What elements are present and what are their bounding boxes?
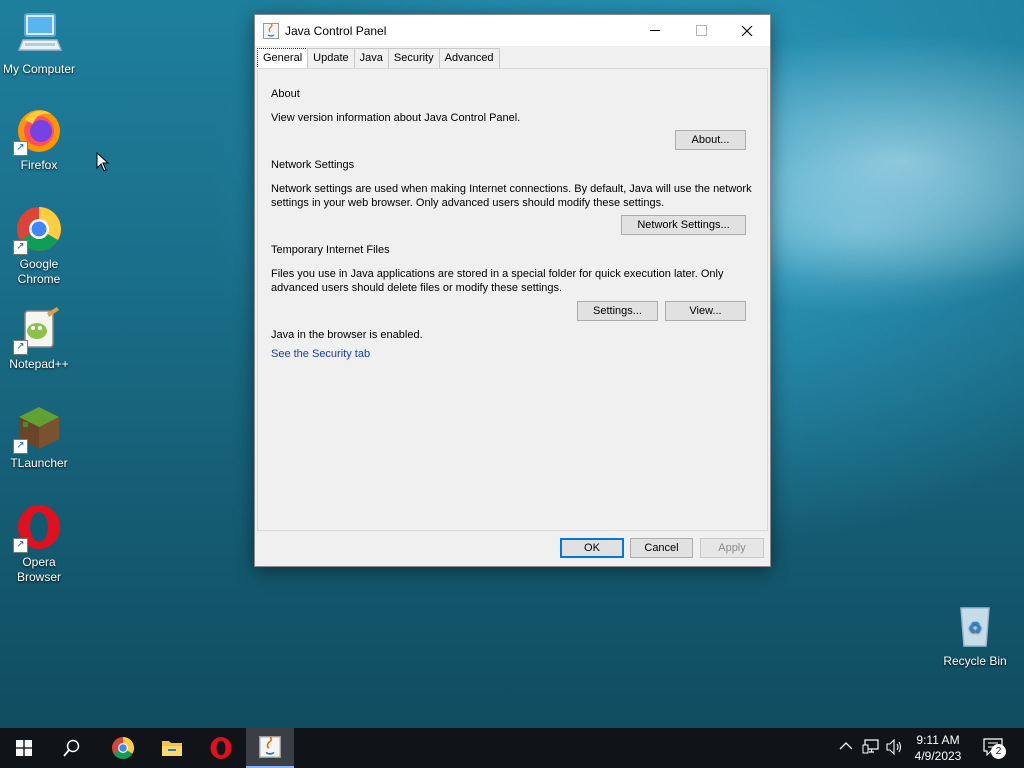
java-icon xyxy=(259,736,281,758)
java-control-panel-window[interactable]: Java Control Panel General Update Java S… xyxy=(254,14,771,567)
opera-icon: ↗ xyxy=(13,503,63,553)
security-tab-link[interactable]: See the Security tab xyxy=(271,347,370,361)
tab-update[interactable]: Update xyxy=(307,48,355,68)
tab-general[interactable]: General xyxy=(257,48,309,69)
title-bar[interactable]: Java Control Panel xyxy=(255,15,770,46)
computer-icon xyxy=(15,10,63,58)
notification-center-button[interactable]: 2 xyxy=(983,738,1006,759)
start-button[interactable] xyxy=(0,728,48,768)
desktop-icon-label: Notepad++ xyxy=(9,357,69,371)
desktop-icon-label: Opera Browser xyxy=(16,555,61,584)
ok-button[interactable]: OK xyxy=(560,538,624,558)
temporary-files-description-line-1: Files you use in Java applications are s… xyxy=(271,268,724,280)
recycle-bin-icon: ♻ xyxy=(951,602,999,650)
close-icon xyxy=(741,25,753,36)
desktop-icon-label: Google Chrome xyxy=(17,257,61,286)
volume-control[interactable] xyxy=(886,738,904,758)
about-heading: About xyxy=(271,88,300,100)
speaker-icon xyxy=(886,738,902,756)
network-settings-heading: Network Settings xyxy=(271,159,355,171)
network-settings-button[interactable]: Network Settings... xyxy=(621,215,746,235)
chrome-icon xyxy=(112,737,134,759)
tab-security[interactable]: Security xyxy=(387,48,440,68)
desktop-icon-label: My Computer xyxy=(2,62,76,76)
about-button[interactable]: About... xyxy=(675,130,746,150)
shortcut-arrow-icon: ↗ xyxy=(13,240,28,255)
maximize-icon xyxy=(695,25,707,36)
desktop-icon-firefox[interactable]: ↗ Firefox xyxy=(0,106,79,173)
mouse-cursor-icon xyxy=(96,151,110,177)
network-settings-description-line-2: settings in your web browser. Only advan… xyxy=(271,197,665,209)
start-icon xyxy=(16,740,32,756)
file-explorer-icon xyxy=(162,741,182,756)
search-icon xyxy=(63,739,80,757)
minimize-button[interactable] xyxy=(632,15,678,46)
chevron-up-icon xyxy=(839,742,853,750)
network-status[interactable] xyxy=(862,739,880,758)
shortcut-arrow-icon: ↗ xyxy=(13,538,28,553)
taskbar-opera[interactable] xyxy=(197,728,245,768)
tab-advanced[interactable]: Advanced xyxy=(438,48,500,68)
shortcut-arrow-icon: ↗ xyxy=(13,340,28,355)
clock[interactable]: 9:11 AM 4/9/2023 xyxy=(910,732,966,764)
temporary-internet-files-heading: Temporary Internet Files xyxy=(271,244,390,256)
desktop-icon-notepad-plus-plus[interactable]: ↗ Notepad++ xyxy=(0,305,79,372)
desktop-icon-opera-browser[interactable]: ↗ Opera Browser xyxy=(0,503,79,585)
taskbar-chrome[interactable] xyxy=(99,728,147,768)
desktop-icon-recycle-bin[interactable]: ♻ Recycle Bin xyxy=(935,602,1015,669)
clock-date: 4/9/2023 xyxy=(914,749,962,763)
network-icon xyxy=(862,739,879,754)
tlauncher-icon: ↗ xyxy=(13,404,63,454)
tab-java[interactable]: Java xyxy=(353,48,389,68)
svg-text:♻: ♻ xyxy=(968,618,982,637)
shortcut-arrow-icon: ↗ xyxy=(13,439,28,454)
browser-status-text: Java in the browser is enabled. xyxy=(271,329,423,341)
show-hidden-icons-button[interactable] xyxy=(839,740,853,754)
notification-count-badge: 2 xyxy=(991,744,1006,759)
desktop-icon-label: Recycle Bin xyxy=(943,654,1007,668)
desktop-icon-google-chrome[interactable]: ↗ Google Chrome xyxy=(0,205,79,287)
general-tab-panel: About View version information about Jav… xyxy=(257,68,768,531)
minimize-icon xyxy=(650,30,660,31)
desktop-icon-label: TLauncher xyxy=(10,456,68,470)
tab-strip: General Update Java Security Advanced xyxy=(257,48,500,69)
temporary-files-description-line-2: advanced users should delete files or mo… xyxy=(271,282,563,294)
search-button[interactable] xyxy=(48,728,96,768)
settings-button[interactable]: Settings... xyxy=(577,301,658,321)
taskbar-file-explorer[interactable] xyxy=(148,728,196,768)
maximize-button[interactable] xyxy=(678,15,724,46)
network-settings-description-line-1: Network settings are used when making In… xyxy=(271,183,752,195)
cancel-button[interactable]: Cancel xyxy=(630,538,693,558)
java-icon xyxy=(263,22,279,39)
about-description: View version information about Java Cont… xyxy=(271,112,521,124)
view-button[interactable]: View... xyxy=(665,301,746,321)
desktop-icon-tlauncher[interactable]: ↗ TLauncher xyxy=(0,404,79,471)
chrome-icon: ↗ xyxy=(13,205,63,255)
notepad-plus-plus-icon: ↗ xyxy=(13,305,63,355)
window-title: Java Control Panel xyxy=(285,23,387,38)
opera-icon xyxy=(210,737,232,759)
desktop-icon-my-computer[interactable]: My Computer xyxy=(0,10,79,77)
clock-time: 9:11 AM xyxy=(916,733,960,747)
taskbar: 9:11 AM 4/9/2023 2 xyxy=(0,728,1024,768)
taskbar-java-control-panel[interactable] xyxy=(246,728,294,768)
firefox-icon: ↗ xyxy=(13,106,63,156)
close-button[interactable] xyxy=(724,15,770,46)
shortcut-arrow-icon: ↗ xyxy=(13,141,28,156)
apply-button[interactable]: Apply xyxy=(700,538,764,558)
desktop-icon-label: Firefox xyxy=(20,158,58,172)
